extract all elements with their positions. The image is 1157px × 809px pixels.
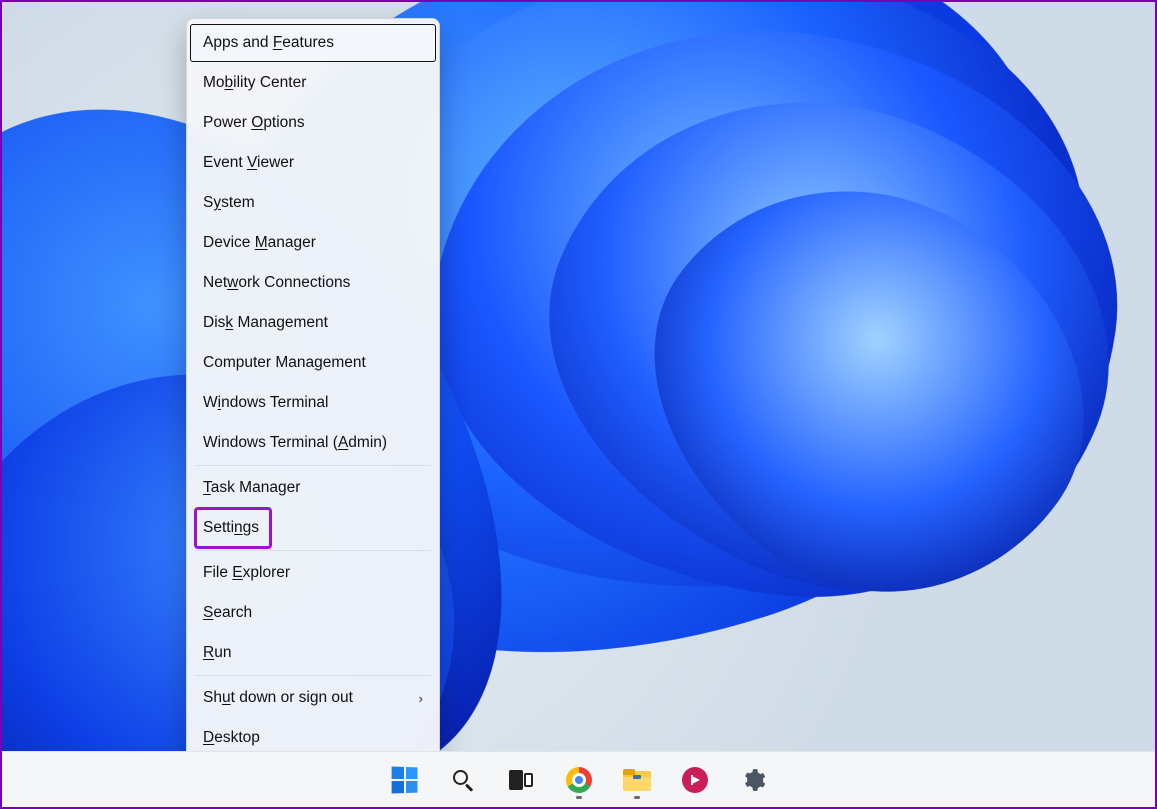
menu-item-search[interactable]: Search [189, 593, 437, 633]
menu-item-computer-management[interactable]: Computer Management [189, 343, 437, 383]
menu-item-label: Computer Management [203, 354, 366, 372]
menu-item-label: File Explorer [203, 564, 290, 582]
menu-item-task-manager[interactable]: Task Manager [189, 468, 437, 508]
wallpaper [2, 2, 1155, 807]
menu-item-label: Run [203, 644, 231, 662]
task-view-button[interactable] [499, 758, 543, 802]
menu-item-device-manager[interactable]: Device Manager [189, 223, 437, 263]
menu-separator [195, 465, 431, 466]
menu-separator [195, 675, 431, 676]
menu-item-windows-terminal[interactable]: Windows Terminal [189, 383, 437, 423]
menu-item-power-options[interactable]: Power Options [189, 103, 437, 143]
menu-item-label: Desktop [203, 729, 260, 747]
menu-item-mobility-center[interactable]: Mobility Center [189, 63, 437, 103]
menu-item-disk-management[interactable]: Disk Management [189, 303, 437, 343]
menu-item-event-viewer[interactable]: Event Viewer [189, 143, 437, 183]
taskbar-search[interactable] [441, 758, 485, 802]
taskbar-app-pink[interactable] [673, 758, 717, 802]
menu-item-network-connections[interactable]: Network Connections [189, 263, 437, 303]
menu-item-label: Disk Management [203, 314, 328, 332]
settings-gear-icon [740, 767, 766, 793]
menu-item-windows-terminal-admin[interactable]: Windows Terminal (Admin) [189, 423, 437, 463]
menu-item-label: Apps and Features [203, 34, 334, 52]
menu-item-label: Device Manager [203, 234, 316, 252]
menu-item-run[interactable]: Run [189, 633, 437, 673]
running-indicator [634, 796, 640, 799]
task-view-icon [509, 770, 533, 790]
winx-context-menu[interactable]: Apps and Features Mobility Center Power Op… [186, 18, 440, 763]
menu-item-file-explorer[interactable]: File Explorer [189, 553, 437, 593]
taskbar-app-settings[interactable] [731, 758, 775, 802]
running-indicator [576, 796, 582, 799]
taskbar-app-chrome[interactable] [557, 758, 601, 802]
menu-item-label: Network Connections [203, 274, 350, 292]
menu-item-system[interactable]: System [189, 183, 437, 223]
menu-separator [195, 550, 431, 551]
menu-item-label: Settings [203, 519, 259, 537]
menu-item-label: Power Options [203, 114, 305, 132]
menu-item-shut-down-or-sign-out[interactable]: Shut down or sign out › [189, 678, 437, 718]
menu-item-label: Mobility Center [203, 74, 306, 92]
taskbar-app-explorer[interactable] [615, 758, 659, 802]
menu-item-label: Task Manager [203, 479, 300, 497]
menu-item-label: Shut down or sign out [203, 689, 353, 707]
taskbar [2, 751, 1155, 807]
desktop[interactable]: Apps and Features Mobility Center Power Op… [0, 0, 1157, 809]
start-button[interactable] [383, 758, 427, 802]
menu-item-settings[interactable]: Settings [189, 508, 437, 548]
search-icon [452, 769, 474, 791]
chrome-icon [566, 767, 592, 793]
menu-item-label: Event Viewer [203, 154, 294, 172]
menu-item-label: Windows Terminal [203, 394, 329, 412]
menu-item-label: System [203, 194, 255, 212]
app-icon [682, 767, 708, 793]
menu-item-apps-and-features[interactable]: Apps and Features [189, 23, 437, 63]
file-explorer-icon [623, 769, 651, 791]
windows-logo-icon [391, 766, 417, 793]
menu-item-label: Search [203, 604, 252, 622]
chevron-right-icon: › [419, 691, 423, 706]
menu-item-label: Windows Terminal (Admin) [203, 434, 387, 452]
